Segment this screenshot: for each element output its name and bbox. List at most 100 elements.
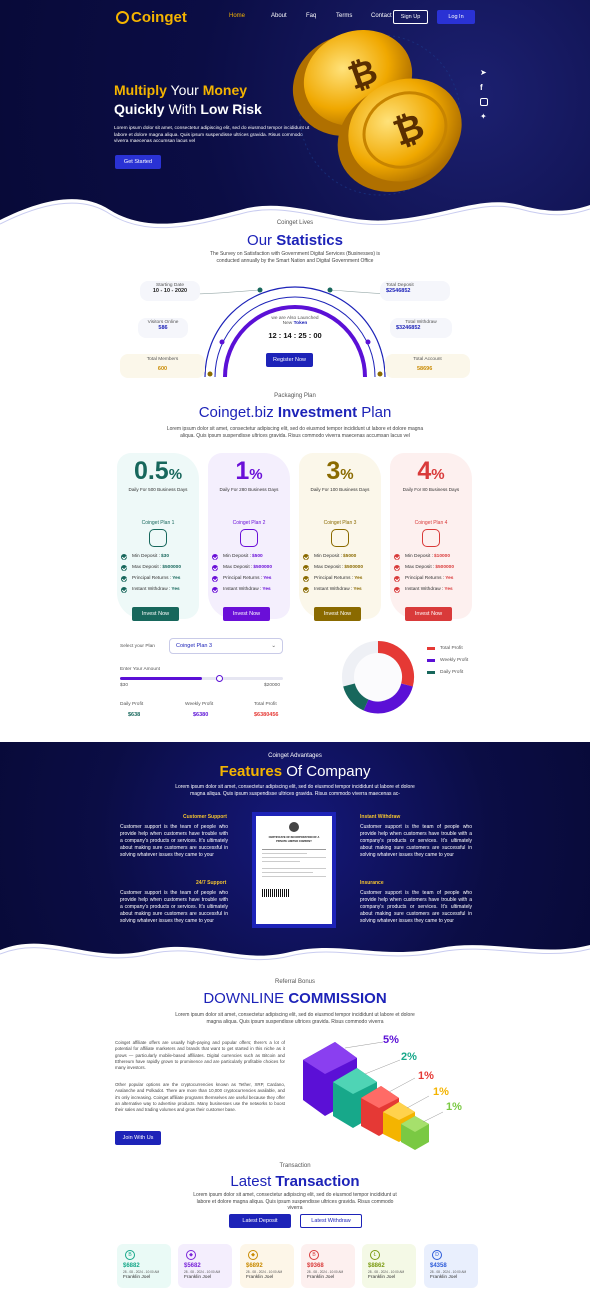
- plan-icon: [422, 529, 440, 547]
- plan-card: 4% Daily For 80 Business Days Coinget Plan…: [390, 453, 472, 619]
- check-icon: [212, 575, 218, 582]
- check-icon: [121, 564, 127, 571]
- slider-min: $30: [120, 683, 129, 688]
- check-icon: [212, 553, 218, 560]
- chevron-down-icon: ⌄: [271, 643, 276, 649]
- legend-swatch-daily: [427, 670, 435, 674]
- profit-donut-chart: [342, 640, 415, 714]
- invest-now-button[interactable]: Invest Now: [223, 607, 270, 621]
- certificate-document: CERTIFICATE OF INCORPORATION OF A PRIVAT…: [256, 816, 332, 924]
- facebook-icon[interactable]: f: [480, 83, 488, 92]
- stat-total-withdraw: Total Withdraw $3246852: [390, 318, 452, 338]
- tx-date: 28 - 08 - 2024 - 10:00 AM: [430, 1270, 467, 1274]
- coin-icon: ◆: [248, 1250, 258, 1260]
- join-button[interactable]: Join With Us: [115, 1131, 161, 1145]
- plan-select[interactable]: Coinget Plan 3 ⌄: [169, 638, 283, 654]
- plans-kicker: Packaging Plan: [274, 393, 316, 399]
- check-icon: [394, 553, 400, 560]
- tx-kicker: Transaction: [279, 1163, 311, 1169]
- check-icon: [303, 586, 309, 593]
- tx-amount: $4358: [430, 1263, 447, 1269]
- nav-terms[interactable]: Terms: [336, 13, 371, 19]
- nav-faq[interactable]: Faq: [306, 13, 336, 19]
- coin-logo-icon: [116, 11, 129, 24]
- brand-name: Coinget: [131, 9, 187, 26]
- features-text: Lorem ipsum dolor sit amet, consectetur …: [175, 784, 415, 797]
- weekly-profit: Weekly Profit $6380: [185, 702, 214, 718]
- daily-profit: Daily Profit $638: [120, 702, 144, 718]
- get-started-button[interactable]: Get Started: [115, 155, 161, 169]
- coin-icon: D: [432, 1250, 442, 1260]
- check-icon: [121, 575, 127, 582]
- tx-name: Franklin Joel: [246, 1275, 274, 1280]
- transaction-card: Ł $8862 28 - 08 - 2024 - 10:00 AM Franklin …: [362, 1244, 416, 1288]
- tx-text: Lorem ipsum dolor sit amet, consectetur …: [193, 1192, 397, 1211]
- tx-date: 28 - 08 - 2024 - 10:00 AM: [184, 1270, 221, 1274]
- check-icon: [212, 564, 218, 571]
- feature-insurance: Insurance Customer support is the team of…: [360, 880, 472, 924]
- twitter-icon[interactable]: ✦: [480, 112, 488, 121]
- select-plan-label: Select your Plan: [120, 644, 155, 649]
- transaction-card: B $6882 28 - 08 - 2024 - 10:00 AM Franklin …: [117, 1244, 171, 1288]
- plan-name: Coinget Plan 2: [232, 520, 266, 526]
- nav-about[interactable]: About: [271, 13, 306, 19]
- plan-name: Coinget Plan 4: [414, 520, 448, 526]
- amount-label: Enter Your Amount: [120, 667, 161, 672]
- social-links: ➤ f ✦: [480, 68, 488, 121]
- instagram-icon[interactable]: [480, 98, 488, 106]
- level-2-percent: 2%: [401, 1051, 417, 1063]
- referral-title: DOWNLINE COMMISSION: [203, 990, 387, 1007]
- invest-now-button[interactable]: Invest Now: [314, 607, 361, 621]
- coin-icon: ◆: [186, 1250, 196, 1260]
- tx-amount: $5682: [184, 1263, 201, 1269]
- nav-contact[interactable]: Contact: [371, 13, 392, 19]
- coin-icon: Ł: [370, 1250, 380, 1260]
- check-icon: [394, 564, 400, 571]
- stat-members: Total Members 600: [120, 354, 205, 378]
- tx-date: 28 - 08 - 2024 - 10:00 AM: [123, 1270, 160, 1274]
- stat-starting-date: Starting Date 10 - 10 - 2020: [140, 281, 200, 301]
- register-button[interactable]: Register Now: [266, 353, 313, 367]
- coin-icon: B: [309, 1250, 319, 1260]
- tx-amount: $6882: [123, 1263, 140, 1269]
- plan-days: Daily For 500 Business Days: [128, 487, 188, 492]
- plan-percent: 1%: [235, 457, 263, 485]
- plan-card: 1% Daily For 280 Business Days Coinget Pla…: [208, 453, 290, 619]
- invest-now-button[interactable]: Invest Now: [132, 607, 179, 621]
- referral-kicker: Referral Bonus: [274, 979, 316, 985]
- stat-total-deposit: Total Deposit $2546852: [380, 281, 450, 301]
- level-4-percent: 1%: [433, 1086, 449, 1098]
- certificate-frame: CERTIFICATE OF INCORPORATION OF A PRIVAT…: [252, 812, 336, 928]
- plans-title: Coinget.biz Investment Plan: [198, 404, 392, 421]
- tab-latest-withdraw[interactable]: Latest Withdraw: [300, 1214, 362, 1228]
- login-button[interactable]: Log In: [437, 10, 475, 24]
- crest-icon: [289, 822, 299, 832]
- logo[interactable]: Coinget: [116, 9, 187, 26]
- plan-icon: [331, 529, 349, 547]
- tx-name: Franklin Joel: [123, 1275, 151, 1280]
- tx-title: Latest Transaction: [230, 1173, 360, 1190]
- countdown-timer: 12 : 14 : 25 : 00: [268, 331, 322, 340]
- tx-amount: $9368: [307, 1263, 324, 1269]
- invest-now-button[interactable]: Invest Now: [405, 607, 452, 621]
- check-icon: [121, 553, 127, 560]
- tx-name: Franklin Joel: [184, 1275, 212, 1280]
- slider-max: $20000: [264, 683, 281, 688]
- transaction-card: D $4358 28 - 08 - 2024 - 10:00 AM Franklin …: [424, 1244, 478, 1288]
- feature-customer-support: Customer Support Customer support is the …: [120, 814, 228, 858]
- plan-card: 3% Daily For 100 Business Days Coinget Pla…: [299, 453, 381, 619]
- transaction-card: ◆ $6892 28 - 08 - 2024 - 10:00 AM Franklin …: [240, 1244, 294, 1288]
- plan-card: 0.5% Daily For 500 Business Days Coinget P…: [117, 453, 199, 619]
- telegram-icon[interactable]: ➤: [480, 68, 488, 77]
- tab-latest-deposit[interactable]: Latest Deposit: [229, 1214, 291, 1228]
- check-icon: [303, 575, 309, 582]
- tx-date: 28 - 08 - 2024 - 10:00 AM: [246, 1270, 283, 1274]
- signup-button[interactable]: Sign Up: [393, 10, 428, 24]
- features-wave: [0, 943, 590, 980]
- nav-home[interactable]: Home: [229, 13, 271, 19]
- amount-slider[interactable]: [120, 677, 283, 680]
- tx-amount: $6892: [246, 1263, 263, 1269]
- level-3-percent: 1%: [418, 1070, 434, 1082]
- slider-handle[interactable]: [215, 675, 223, 682]
- bitcoin-coins-illustration: ₿ ₿: [292, 30, 462, 196]
